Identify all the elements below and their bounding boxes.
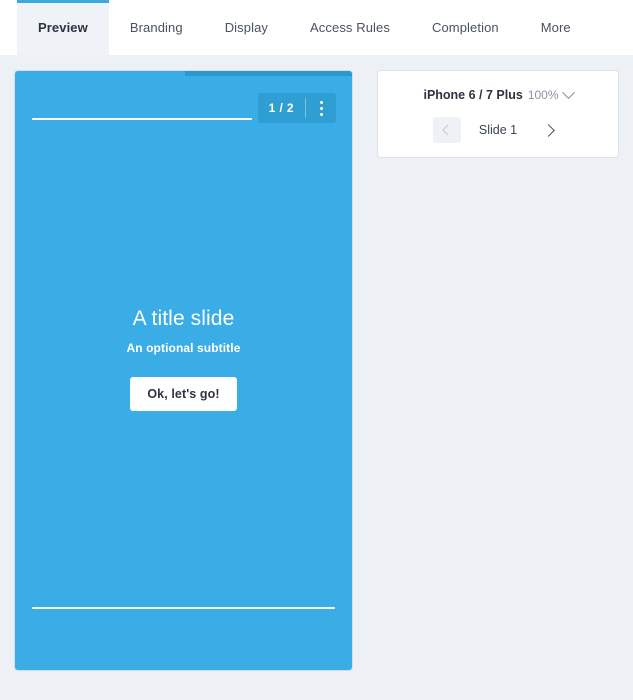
chevron-left-icon xyxy=(442,124,454,136)
slide-navigation: Slide 1 xyxy=(378,117,618,143)
tab-access-rules[interactable]: Access Rules xyxy=(289,0,411,55)
kebab-menu-icon[interactable] xyxy=(306,93,336,123)
tab-more[interactable]: More xyxy=(520,0,592,55)
slide-counter: 1 / 2 xyxy=(268,101,294,115)
kebab-dot xyxy=(319,100,323,104)
tab-bar: Preview Branding Display Access Rules Co… xyxy=(0,0,633,55)
device-name: iPhone 6 / 7 Plus xyxy=(423,88,523,102)
slide-progress-bottom xyxy=(32,607,335,609)
preview-stage: 1 / 2 A title slide An optional subtitle… xyxy=(0,55,633,700)
tab-label: Access Rules xyxy=(310,20,390,35)
next-slide-button[interactable] xyxy=(535,117,563,143)
phone-status-bar xyxy=(185,71,352,76)
previous-slide-button[interactable] xyxy=(432,117,461,143)
phone-preview-frame: 1 / 2 A title slide An optional subtitle… xyxy=(15,71,352,670)
chevron-right-icon xyxy=(541,123,555,137)
kebab-dot xyxy=(319,106,323,110)
device-selector[interactable]: iPhone 6 / 7 Plus 100% xyxy=(378,85,618,105)
kebab-dot xyxy=(319,112,323,116)
slide-controls: 1 / 2 xyxy=(257,93,336,123)
tab-completion[interactable]: Completion xyxy=(411,0,520,55)
tab-label: Preview xyxy=(38,20,88,35)
slide-subtitle: An optional subtitle xyxy=(126,341,241,355)
slide-progress-top xyxy=(32,118,252,120)
tab-branding[interactable]: Branding xyxy=(109,0,204,55)
slide-content: A title slide An optional subtitle Ok, l… xyxy=(15,307,352,411)
chevron-down-icon xyxy=(561,85,575,99)
slide-cta-button[interactable]: Ok, let's go! xyxy=(130,377,237,411)
tab-label: Display xyxy=(224,20,269,35)
slide-title: A title slide xyxy=(132,307,235,330)
current-slide-label: Slide 1 xyxy=(478,123,518,137)
tab-preview[interactable]: Preview xyxy=(17,0,109,55)
tab-display[interactable]: Display xyxy=(204,0,289,55)
tab-label: Branding xyxy=(129,20,183,35)
tab-label: More xyxy=(540,20,571,35)
tab-label: Completion xyxy=(431,20,499,35)
device-panel: iPhone 6 / 7 Plus 100% Slide 1 xyxy=(378,71,618,157)
zoom-level: 100% xyxy=(527,88,559,102)
